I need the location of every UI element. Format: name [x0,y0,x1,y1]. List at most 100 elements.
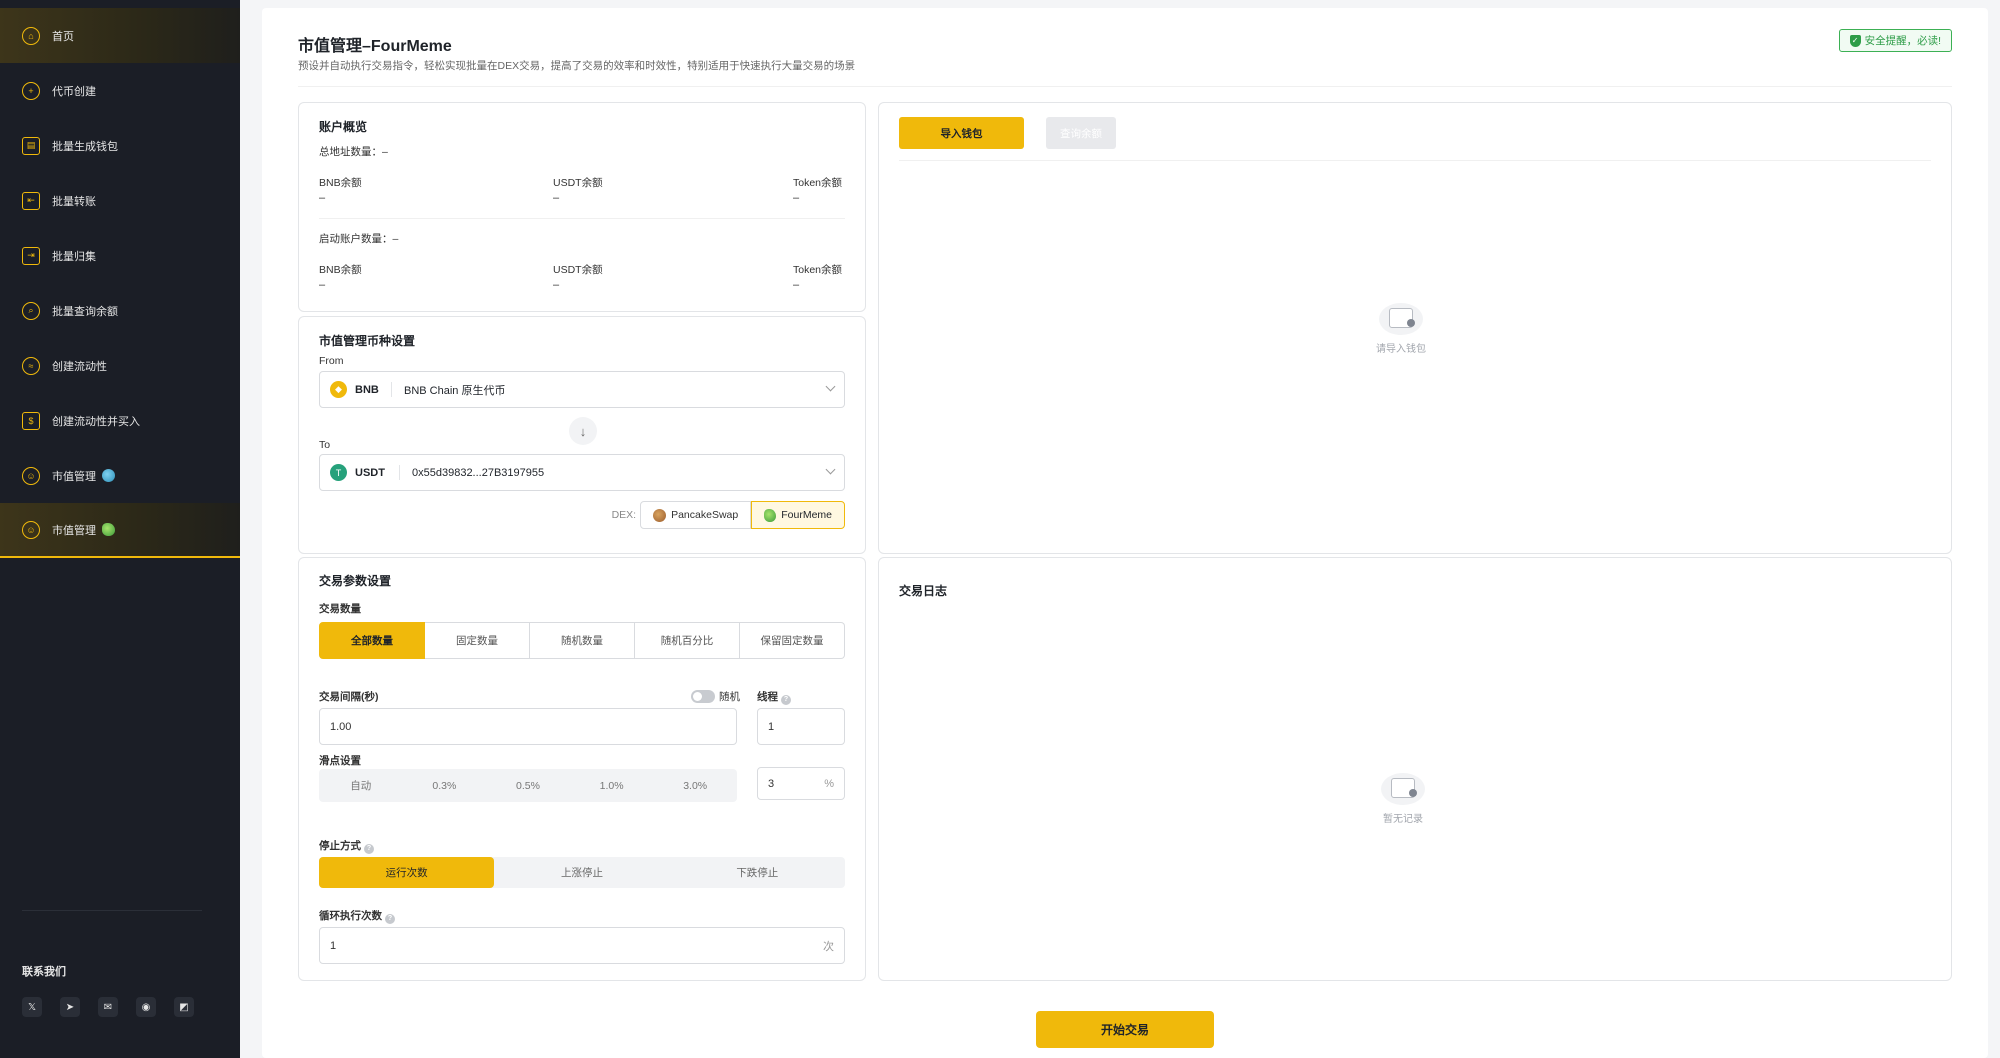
token-balance-label: Token余额 [793,177,843,189]
empty-box-icon [1381,773,1425,805]
usdt-coin-icon: T [330,464,347,481]
sidebar-item-market-cap-pancake[interactable]: ☺ 市值管理 [0,448,240,503]
stop-mode-rise-stop[interactable]: 上涨停止 [494,857,669,888]
safety-notice-button[interactable]: ✓ 安全提醒，必读! [1838,29,1952,52]
dex-option-label: FourMeme [781,509,832,521]
page-description: 预设并自动执行交易指令，轻松实现批量在DEX交易，提高了交易的效率和时效性，特别… [298,60,856,72]
threads-label: 线程 [757,691,778,703]
qty-tab-random-percent[interactable]: 随机百分比 [635,622,740,659]
safety-notice-label: 安全提醒，必读! [1864,35,1941,47]
stop-mode-label-row: 停止方式? [319,838,374,854]
slippage-option-3-0[interactable]: 3.0% [653,769,737,802]
trade-log-card: 交易日志 暂无记录 [878,557,1952,981]
slippage-input[interactable]: 3 % [757,767,845,800]
from-label: From [319,355,344,367]
shield-check-icon: ✓ [1849,34,1861,47]
stop-mode-tabs: 运行次数 上涨停止 下跌停止 [319,857,845,888]
loop-count-input[interactable]: 1 次 [319,927,845,964]
interval-input[interactable]: 1.00 [319,708,737,745]
active-bnb-balance-value: – [319,279,326,291]
loop-count-label: 循环执行次数 [319,910,382,922]
sidebar-item-label: 批量转账 [52,195,96,208]
arrow-down-icon: ↓ [579,423,587,439]
bnb-coin-icon: ◆ [330,381,347,398]
to-token-select[interactable]: T USDT 0x55d39832...27B3197955 [319,454,845,491]
token-balance-value: – [793,192,800,204]
dex-option-pancakeswap[interactable]: PancakeSwap [640,501,752,529]
sidebar-item-token-create[interactable]: + 代币创建 [0,63,240,118]
github-icon[interactable]: ◉ [136,997,156,1017]
swap-direction-button[interactable]: ↓ [569,417,597,445]
stop-mode-run-count[interactable]: 运行次数 [319,857,495,888]
sidebar-nav: ⌂ 首页 + 代币创建 ▤ 批量生成钱包 ⇤ 批量转账 ⇥ 批量归集 ⌕ 批量查… [0,8,240,558]
dex-option-fourmeme[interactable]: FourMeme [751,501,845,529]
sidebar-item-create-liquidity-buy[interactable]: $ 创建流动性并买入 [0,393,240,448]
wallet-divider [899,160,1931,161]
sidebar-item-batch-balance[interactable]: ⌕ 批量查询余额 [0,283,240,338]
sidebar-item-batch-wallet[interactable]: ▤ 批量生成钱包 [0,118,240,173]
wallet-card: 导入钱包 查询余额 请导入钱包 [878,102,1952,554]
bnb-balance-label: BNB余额 [319,177,362,189]
wallet-icon: ▤ [22,136,40,155]
usdt-balance-value: – [553,192,560,204]
slippage-option-0-5[interactable]: 0.5% [486,769,570,802]
search-balance-icon: ⌕ [22,301,40,320]
from-token-select[interactable]: ◆ BNB BNB Chain 原生代币 [319,371,845,408]
contact-title: 联系我们 [22,966,66,978]
x-icon[interactable]: 𝕏 [22,997,42,1017]
sidebar-item-market-cap-fourmeme[interactable]: ☺ 市值管理 [0,503,240,558]
start-trade-button[interactable]: 开始交易 [1036,1011,1214,1048]
sidebar-item-label: 批量生成钱包 [52,140,118,153]
token-settings-title: 市值管理币种设置 [319,334,416,348]
liquidity-icon: ≈ [22,356,40,375]
account-divider [319,218,845,219]
active-bnb-balance-label: BNB余额 [319,264,362,276]
sidebar-item-home[interactable]: ⌂ 首页 [0,8,240,63]
transfer-icon: ⇤ [22,191,40,210]
trade-quantity-label: 交易数量 [319,603,361,615]
help-icon[interactable]: ? [364,844,374,854]
stop-mode-fall-stop[interactable]: 下跌停止 [670,857,845,888]
wallet-empty-text: 请导入钱包 [1376,344,1426,355]
telegram-icon[interactable]: ➤ [60,997,80,1017]
app-icon[interactable]: ◩ [174,997,194,1017]
slippage-option-0-3[interactable]: 0.3% [403,769,487,802]
sidebar-item-batch-transfer[interactable]: ⇤ 批量转账 [0,173,240,228]
select-divider [391,382,392,397]
import-wallet-button[interactable]: 导入钱包 [899,117,1024,149]
header-divider [298,86,1952,87]
page-title: 市值管理–FourMeme [298,38,452,55]
fourmeme-icon [764,508,777,522]
help-icon[interactable]: ? [385,914,395,924]
qty-tab-keep-fixed[interactable]: 保留固定数量 [740,622,845,659]
random-interval-toggle[interactable] [691,690,715,703]
loop-count-label-row: 循环执行次数? [319,908,395,924]
sidebar: ⌂ 首页 + 代币创建 ▤ 批量生成钱包 ⇤ 批量转账 ⇥ 批量归集 ⌕ 批量查… [0,0,240,1058]
sidebar-item-label: 代币创建 [52,85,96,98]
slippage-option-auto[interactable]: 自动 [319,769,403,802]
plus-circle-icon: + [22,81,40,100]
social-links: 𝕏 ➤ ✉ ◉ ◩ [22,997,194,1017]
total-address-label: 总地址数量： [319,146,382,158]
threads-label-row: 线程? [757,689,791,705]
active-account-value: – [392,233,399,245]
sidebar-item-label: 创建流动性 [52,360,107,373]
threads-input[interactable]: 1 [757,708,845,745]
qty-tab-fixed[interactable]: 固定数量 [425,622,530,659]
sidebar-item-create-liquidity[interactable]: ≈ 创建流动性 [0,338,240,393]
sidebar-item-batch-collect[interactable]: ⇥ 批量归集 [0,228,240,283]
sidebar-item-label: 创建流动性并买入 [52,415,140,428]
sidebar-divider [22,910,202,911]
qty-tab-random[interactable]: 随机数量 [530,622,635,659]
market-cap-icon: ☺ [22,520,40,539]
query-balance-button[interactable]: 查询余额 [1046,117,1116,149]
qty-tab-all[interactable]: 全部数量 [319,622,425,659]
home-icon: ⌂ [22,26,40,45]
help-icon[interactable]: ? [781,695,791,705]
trade-params-card: 交易参数设置 交易数量 全部数量 固定数量 随机数量 随机百分比 保留固定数量 … [298,557,866,981]
to-address: 0x55d39832...27B3197955 [412,466,545,479]
mail-icon[interactable]: ✉ [98,997,118,1017]
slippage-option-1-0[interactable]: 1.0% [570,769,654,802]
to-label: To [319,439,331,451]
random-label: 随机 [719,691,740,703]
